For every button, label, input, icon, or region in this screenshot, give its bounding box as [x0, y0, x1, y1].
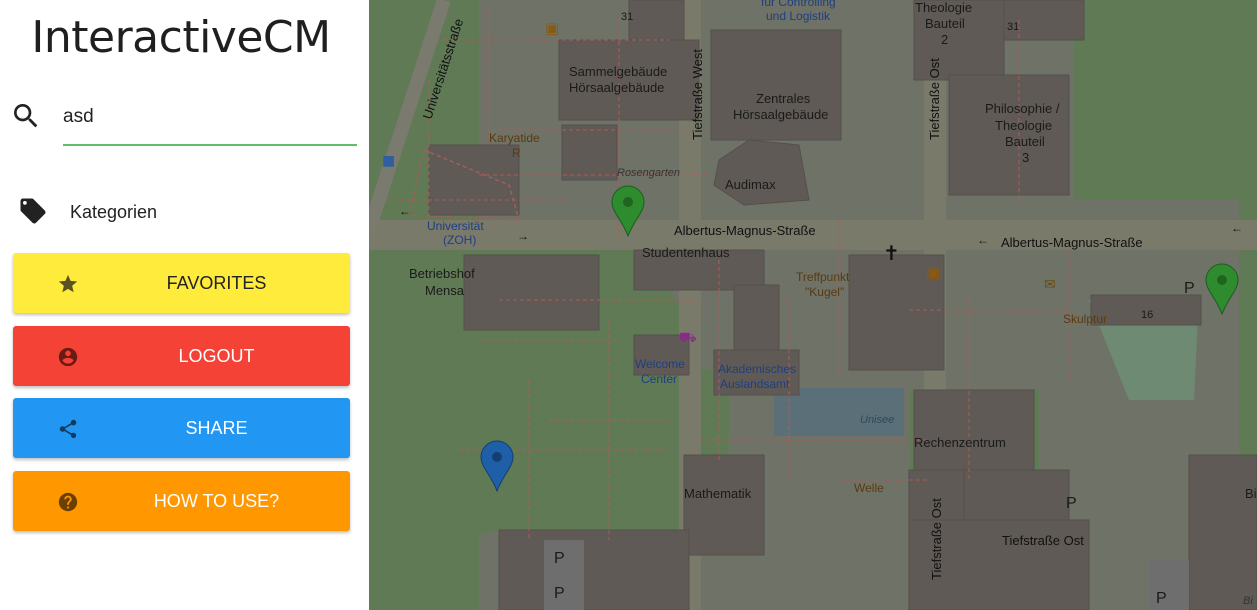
arrow-icon: ←: [977, 233, 989, 247]
logout-button[interactable]: LOGOUT: [13, 326, 350, 386]
label-rosengarten: Rosengarten: [617, 167, 680, 179]
label-skulptur: Skulptur: [1063, 312, 1107, 326]
share-label: SHARE: [185, 418, 248, 438]
favorites-button[interactable]: FAVORITES: [13, 253, 350, 313]
label-bi-1: Bi: [1245, 486, 1257, 501]
label-philosophie-3: Bauteil: [1005, 134, 1045, 149]
search-input[interactable]: [63, 102, 357, 146]
label-universitaet-zoh-2: (ZOH): [443, 233, 476, 247]
categories-label: Kategorien: [70, 202, 158, 222]
label-karyatide-1: Karyatide: [489, 131, 540, 145]
label-num-31a: 31: [621, 11, 633, 23]
church-icon: ✝: [883, 241, 900, 265]
arrow-icon: ←: [1231, 221, 1243, 235]
share-button[interactable]: SHARE: [13, 398, 350, 458]
star-icon: [58, 274, 78, 293]
label-controlling-1: für Controlling: [761, 0, 836, 9]
label-philosophie-2: Theologie: [995, 118, 1052, 133]
label-betriebshof-2: Mensa: [425, 283, 465, 298]
label-theologie-top-3: 2: [941, 32, 948, 47]
bus-stop-icon: ■: [382, 153, 395, 169]
label-philosophie-1: Philosophie /: [985, 101, 1060, 116]
search-icon[interactable]: [10, 100, 42, 132]
label-karyatide-2: R: [512, 146, 521, 160]
parking-label-2: P: [554, 585, 565, 602]
label-welcome-2: Center: [641, 372, 677, 386]
share-icon: [59, 419, 77, 439]
label-philosophie-4: 3: [1022, 150, 1029, 165]
street-label-tiefstrasse-ost-h: Tiefstraße Ost: [1002, 533, 1084, 548]
street-label-tiefstrasse-ost-bottom: Tiefstraße Ost: [929, 498, 944, 580]
app-title: InteractiveCM: [31, 12, 331, 63]
logout-label: LOGOUT: [178, 346, 255, 366]
parking-label-5: P: [1156, 590, 1167, 607]
help-icon: [58, 492, 78, 512]
label-theologie-top-1: Theologie: [915, 0, 972, 15]
label-unisee: Unisee: [860, 414, 894, 426]
label-treffpunkt-2: "Kugel": [805, 285, 844, 299]
map-view[interactable]: Albertus-Magnus-Straße Albertus-Magnus-S…: [369, 0, 1257, 610]
label-mathematik: Mathematik: [684, 486, 752, 501]
account-circle-icon: [58, 347, 78, 367]
label-theologie-top-2: Bauteil: [925, 16, 965, 31]
label-bi-2: Bi: [1243, 595, 1253, 607]
label-num-31b: 31: [1007, 21, 1019, 33]
label-zentrales-2: Hörsaalgebäude: [733, 107, 828, 122]
label-audimax: Audimax: [725, 177, 776, 192]
green-marker-2[interactable]: [1205, 263, 1239, 316]
label-num-16: 16: [1141, 309, 1153, 321]
street-label-albertus-2: Albertus-Magnus-Straße: [1001, 235, 1143, 250]
label-controlling-2: und Logistik: [766, 9, 831, 23]
parking-label-1: P: [554, 550, 565, 567]
label-akademisches-2: Auslandsamt: [720, 377, 790, 391]
parking-label-3: P: [1184, 280, 1195, 297]
label-akademisches-1: Akademisches: [718, 362, 796, 376]
library-icon: ▣: [926, 263, 940, 281]
label-studentenhaus: Studentenhaus: [642, 245, 730, 260]
label-treffpunkt-1: Treffpunkt: [796, 270, 850, 284]
label-sammelgebaeude-2: Hörsaalgebäude: [569, 80, 664, 95]
label-betriebshof-1: Betriebshof: [409, 266, 475, 281]
map-canvas[interactable]: Albertus-Magnus-Straße Albertus-Magnus-S…: [369, 0, 1257, 610]
shop-icon: ⛟: [679, 330, 697, 346]
street-label-albertus-1: Albertus-Magnus-Straße: [674, 223, 816, 238]
how-to-use-button[interactable]: HOW TO USE?: [13, 471, 350, 531]
sidebar: InteractiveCM Kategorien FAVORITES LOGOU…: [0, 0, 369, 610]
arrow-icon: →: [517, 229, 529, 243]
label-welcome-1: Welcome: [635, 357, 685, 371]
street-label-tiefstrasse-ost-top: Tiefstraße Ost: [927, 58, 942, 140]
parking-label-4: P: [1066, 495, 1077, 512]
tag-icon: [20, 198, 46, 224]
label-universitaet-zoh-1: Universität: [427, 219, 484, 233]
label-welle: Welle: [854, 481, 884, 495]
how-to-use-label: HOW TO USE?: [153, 491, 280, 511]
street-label-tiefstrasse-west: Tiefstraße West: [690, 49, 705, 140]
mail-icon: ✉: [1044, 277, 1056, 293]
favorites-label: FAVORITES: [166, 273, 267, 293]
label-sammelgebaeude-1: Sammelgebäude: [569, 64, 667, 79]
categories-item[interactable]: Kategorien: [0, 190, 369, 234]
label-zentrales-1: Zentrales: [756, 91, 811, 106]
label-rechenzentrum: Rechenzentrum: [914, 435, 1006, 450]
library-icon: ▣: [545, 19, 559, 37]
search-bar: [0, 92, 369, 152]
arrow-icon: ←: [399, 204, 411, 218]
